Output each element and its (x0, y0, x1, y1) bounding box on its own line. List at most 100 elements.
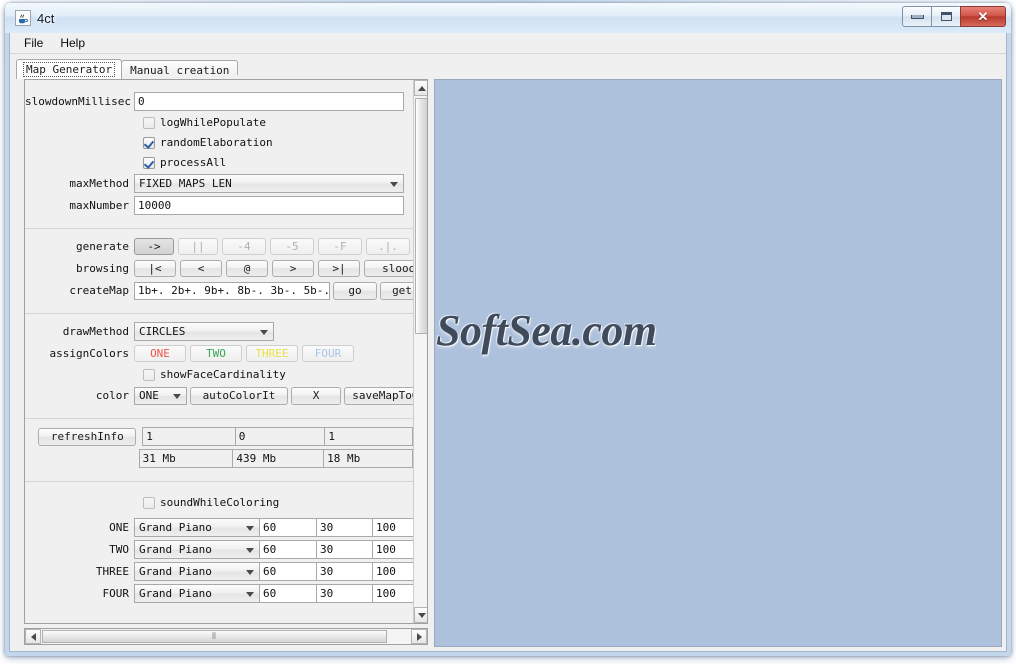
vertical-scroll-track[interactable] (414, 96, 427, 607)
sound-one-field-3[interactable]: 100 (372, 518, 413, 537)
scroll-right-button[interactable] (411, 629, 427, 644)
show-face-cardinality-row[interactable]: showFaceCardinality (25, 366, 413, 383)
sound-three-field-3[interactable]: 100 (372, 562, 413, 581)
info-row-1: refreshInfo 1 0 1 (25, 427, 413, 446)
sound-one-instrument-combo[interactable]: Grand Piano (134, 518, 259, 537)
assign-color-four-button[interactable]: FOUR (302, 345, 354, 362)
vertical-scroll-thumb[interactable] (415, 98, 427, 334)
process-all-row[interactable]: processAll (25, 154, 413, 171)
color-x-button[interactable]: X (291, 386, 341, 405)
max-number-input[interactable]: 10000 (134, 196, 404, 215)
maximize-button[interactable] (931, 6, 960, 27)
refresh-info-button[interactable]: refreshInfo (38, 427, 137, 446)
sound-four-field-2[interactable]: 30 (316, 584, 372, 603)
triangle-right-icon (416, 632, 422, 641)
chevron-down-icon (246, 570, 254, 575)
sound-three-instrument-combo[interactable]: Grand Piano (134, 562, 259, 581)
scroll-up-button[interactable] (414, 80, 427, 96)
sound-row-one: ONE Grand Piano 60 30 100 (25, 518, 413, 537)
create-map-get-button[interactable]: get (380, 281, 413, 300)
random-elaboration-checkbox[interactable] (143, 136, 155, 149)
sound-row-four: FOUR Grand Piano 60 30 100 (25, 584, 413, 603)
close-button[interactable]: ✕ (960, 6, 1006, 27)
random-elaboration-label: randomElaboration (160, 136, 273, 149)
sound-two-instrument-combo[interactable]: Grand Piano (134, 540, 259, 559)
generate-dots-button[interactable]: .|. (366, 238, 410, 255)
generate-minus4-button[interactable]: -4 (222, 238, 266, 255)
slowdown-input[interactable]: 0 (134, 92, 404, 111)
chevron-down-icon (260, 330, 268, 335)
browsing-last-button[interactable]: >| (318, 260, 360, 277)
max-number-label: maxNumber (69, 199, 129, 212)
draw-method-combo[interactable]: CIRCLES (134, 322, 274, 341)
sound-three-field-2[interactable]: 30 (316, 562, 372, 581)
max-method-combo[interactable]: FIXED MAPS LEN (134, 174, 404, 193)
color-combo[interactable]: ONE (134, 386, 187, 405)
browsing-label: browsing (76, 262, 129, 275)
sound-four-instrument-value: Grand Piano (139, 587, 212, 600)
application-window: 4ct ✕ File Help Map Generator Manual cre… (5, 3, 1011, 656)
browsing-current-button[interactable]: @ (226, 260, 268, 277)
tab-map-generator[interactable]: Map Generator (16, 59, 123, 79)
sound-while-coloring-row[interactable]: soundWhileColoring (25, 494, 413, 511)
horizontal-scroll-track[interactable]: ⦀ (41, 629, 411, 644)
split-pane: slowdownMillisec 0 logWhilePopulate rand… (10, 75, 1006, 651)
generate-minusF-button[interactable]: -F (318, 238, 362, 255)
horizontal-scroll-thumb[interactable]: ⦀ (42, 630, 387, 643)
log-while-populate-label: logWhilePopulate (160, 116, 266, 129)
menu-help[interactable]: Help (53, 34, 92, 52)
browsing-slooow-button[interactable]: slooow (364, 260, 413, 277)
auto-color-it-button[interactable]: autoColorIt (190, 386, 288, 405)
browsing-row: browsing |< < @ > >| slooow (25, 259, 413, 278)
create-map-input[interactable]: 1b+. 2b+. 9b+. 8b-. 3b-. 5b-. 7b (134, 281, 330, 300)
process-all-checkbox[interactable] (143, 156, 155, 169)
scroll-thumb-grip-icon: ⦀ (212, 631, 217, 642)
show-face-cardinality-checkbox[interactable] (143, 368, 155, 381)
generate-start-button[interactable]: -> (134, 238, 174, 255)
sound-four-instrument-combo[interactable]: Grand Piano (134, 584, 259, 603)
generate-minus5-button[interactable]: -5 (270, 238, 314, 255)
scroll-down-button[interactable] (414, 607, 427, 623)
settings-vertical-scrollbar[interactable] (413, 80, 427, 623)
settings-horizontal-scrollbar[interactable]: ⦀ (24, 628, 428, 645)
browsing-prev-button[interactable]: < (180, 260, 222, 277)
scroll-left-button[interactable] (25, 629, 41, 644)
browsing-next-button[interactable]: > (272, 260, 314, 277)
sound-four-field-3[interactable]: 100 (372, 584, 413, 603)
tab-map-generator-label: Map Generator (23, 62, 116, 77)
sound-one-instrument-value: Grand Piano (139, 521, 212, 534)
browsing-first-button[interactable]: |< (134, 260, 176, 277)
assign-color-three-button[interactable]: THREE (246, 345, 298, 362)
save-map-to-gif-button[interactable]: saveMapToGif (344, 386, 413, 405)
menu-file[interactable]: File (17, 34, 50, 52)
random-elaboration-row[interactable]: randomElaboration (25, 134, 413, 151)
actions-group: generate -> || -4 -5 -F .|. ( (25, 228, 413, 313)
sound-two-field-2[interactable]: 30 (316, 540, 372, 559)
sound-three-field-1[interactable]: 60 (259, 562, 316, 581)
create-map-label: createMap (69, 284, 129, 297)
max-method-value: FIXED MAPS LEN (139, 177, 232, 190)
sound-two-field-3[interactable]: 100 (372, 540, 413, 559)
sound-two-field-1[interactable]: 60 (259, 540, 316, 559)
sound-one-field-1[interactable]: 60 (259, 518, 316, 537)
assign-color-two-button[interactable]: TWO (190, 345, 242, 362)
minimize-button[interactable] (902, 6, 931, 27)
settings-viewport: slowdownMillisec 0 logWhilePopulate rand… (25, 80, 413, 623)
map-canvas-panel (434, 75, 1006, 651)
title-bar: 4ct ✕ (5, 3, 1011, 33)
create-map-go-button[interactable]: go (333, 281, 377, 300)
generation-settings-group: slowdownMillisec 0 logWhilePopulate rand… (25, 86, 413, 228)
sound-four-field-1[interactable]: 60 (259, 584, 316, 603)
sound-while-coloring-checkbox[interactable] (143, 496, 155, 509)
log-while-populate-row[interactable]: logWhilePopulate (25, 114, 413, 131)
generate-pause-button[interactable]: || (178, 238, 218, 255)
info-cell-1: 1 (142, 427, 235, 446)
log-while-populate-checkbox[interactable] (143, 116, 155, 129)
assign-color-one-button[interactable]: ONE (134, 345, 186, 362)
client-area: File Help Map Generator Manual creation (9, 33, 1007, 652)
max-method-row: maxMethod FIXED MAPS LEN (25, 174, 413, 193)
triangle-left-icon (30, 632, 36, 641)
sound-one-field-2[interactable]: 30 (316, 518, 372, 537)
sound-row-two: TWO Grand Piano 60 30 100 (25, 540, 413, 559)
map-canvas[interactable] (434, 79, 1002, 647)
